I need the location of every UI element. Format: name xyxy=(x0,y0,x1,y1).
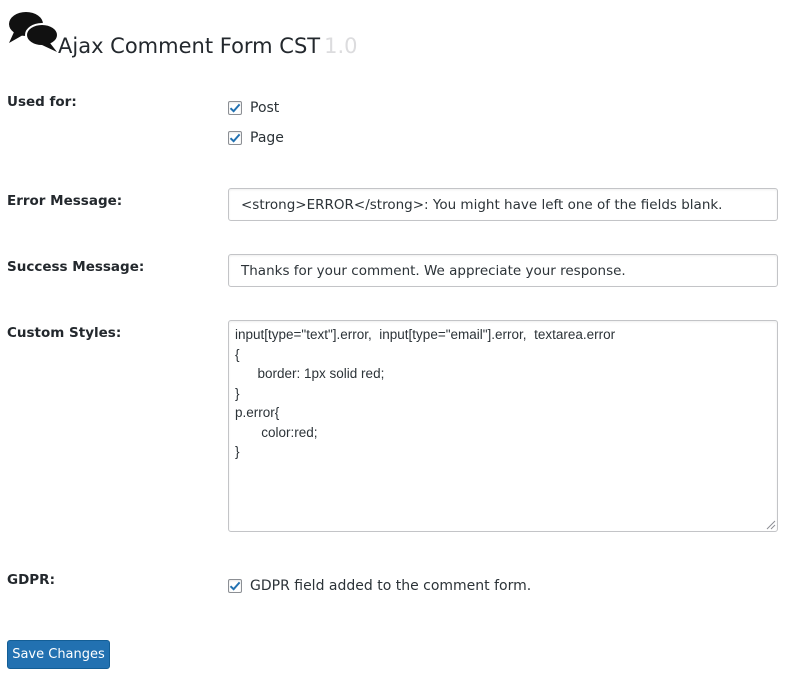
speech-bubbles-icon xyxy=(9,12,59,52)
error-message-label: Error Message: xyxy=(7,193,123,209)
page-option[interactable]: Page xyxy=(228,130,284,146)
gdpr-label: GDPR: xyxy=(7,572,55,588)
page-title: Ajax Comment Form CST 1.0 xyxy=(58,34,358,58)
error-message-input[interactable]: <strong>ERROR</strong>: You might have l… xyxy=(228,188,778,221)
custom-styles-label: Custom Styles: xyxy=(7,325,122,341)
resize-handle-icon[interactable] xyxy=(766,520,776,530)
gdpr-checkbox[interactable] xyxy=(228,579,242,593)
checkmark-icon xyxy=(229,133,241,143)
post-checkbox[interactable] xyxy=(228,101,242,115)
checkmark-icon xyxy=(229,103,241,113)
post-option[interactable]: Post xyxy=(228,100,279,116)
page-checkbox[interactable] xyxy=(228,131,242,145)
gdpr-option-label: GDPR field added to the comment form. xyxy=(250,578,532,594)
used-for-label: Used for: xyxy=(7,94,77,110)
page-option-label: Page xyxy=(250,130,284,146)
version-number: 1.0 xyxy=(324,34,358,58)
gdpr-option[interactable]: GDPR field added to the comment form. xyxy=(228,578,531,594)
post-option-label: Post xyxy=(250,100,280,116)
success-message-input[interactable]: Thanks for your comment. We appreciate y… xyxy=(228,254,778,287)
checkmark-icon xyxy=(229,581,241,591)
success-message-label: Success Message: xyxy=(7,259,145,275)
custom-styles-textarea[interactable]: input[type="text"].error, input[type="em… xyxy=(228,320,778,532)
plugin-name: Ajax Comment Form CST xyxy=(58,34,321,58)
page-header: Ajax Comment Form CST 1.0 xyxy=(6,10,766,60)
save-changes-button[interactable]: Save Changes xyxy=(7,640,110,669)
